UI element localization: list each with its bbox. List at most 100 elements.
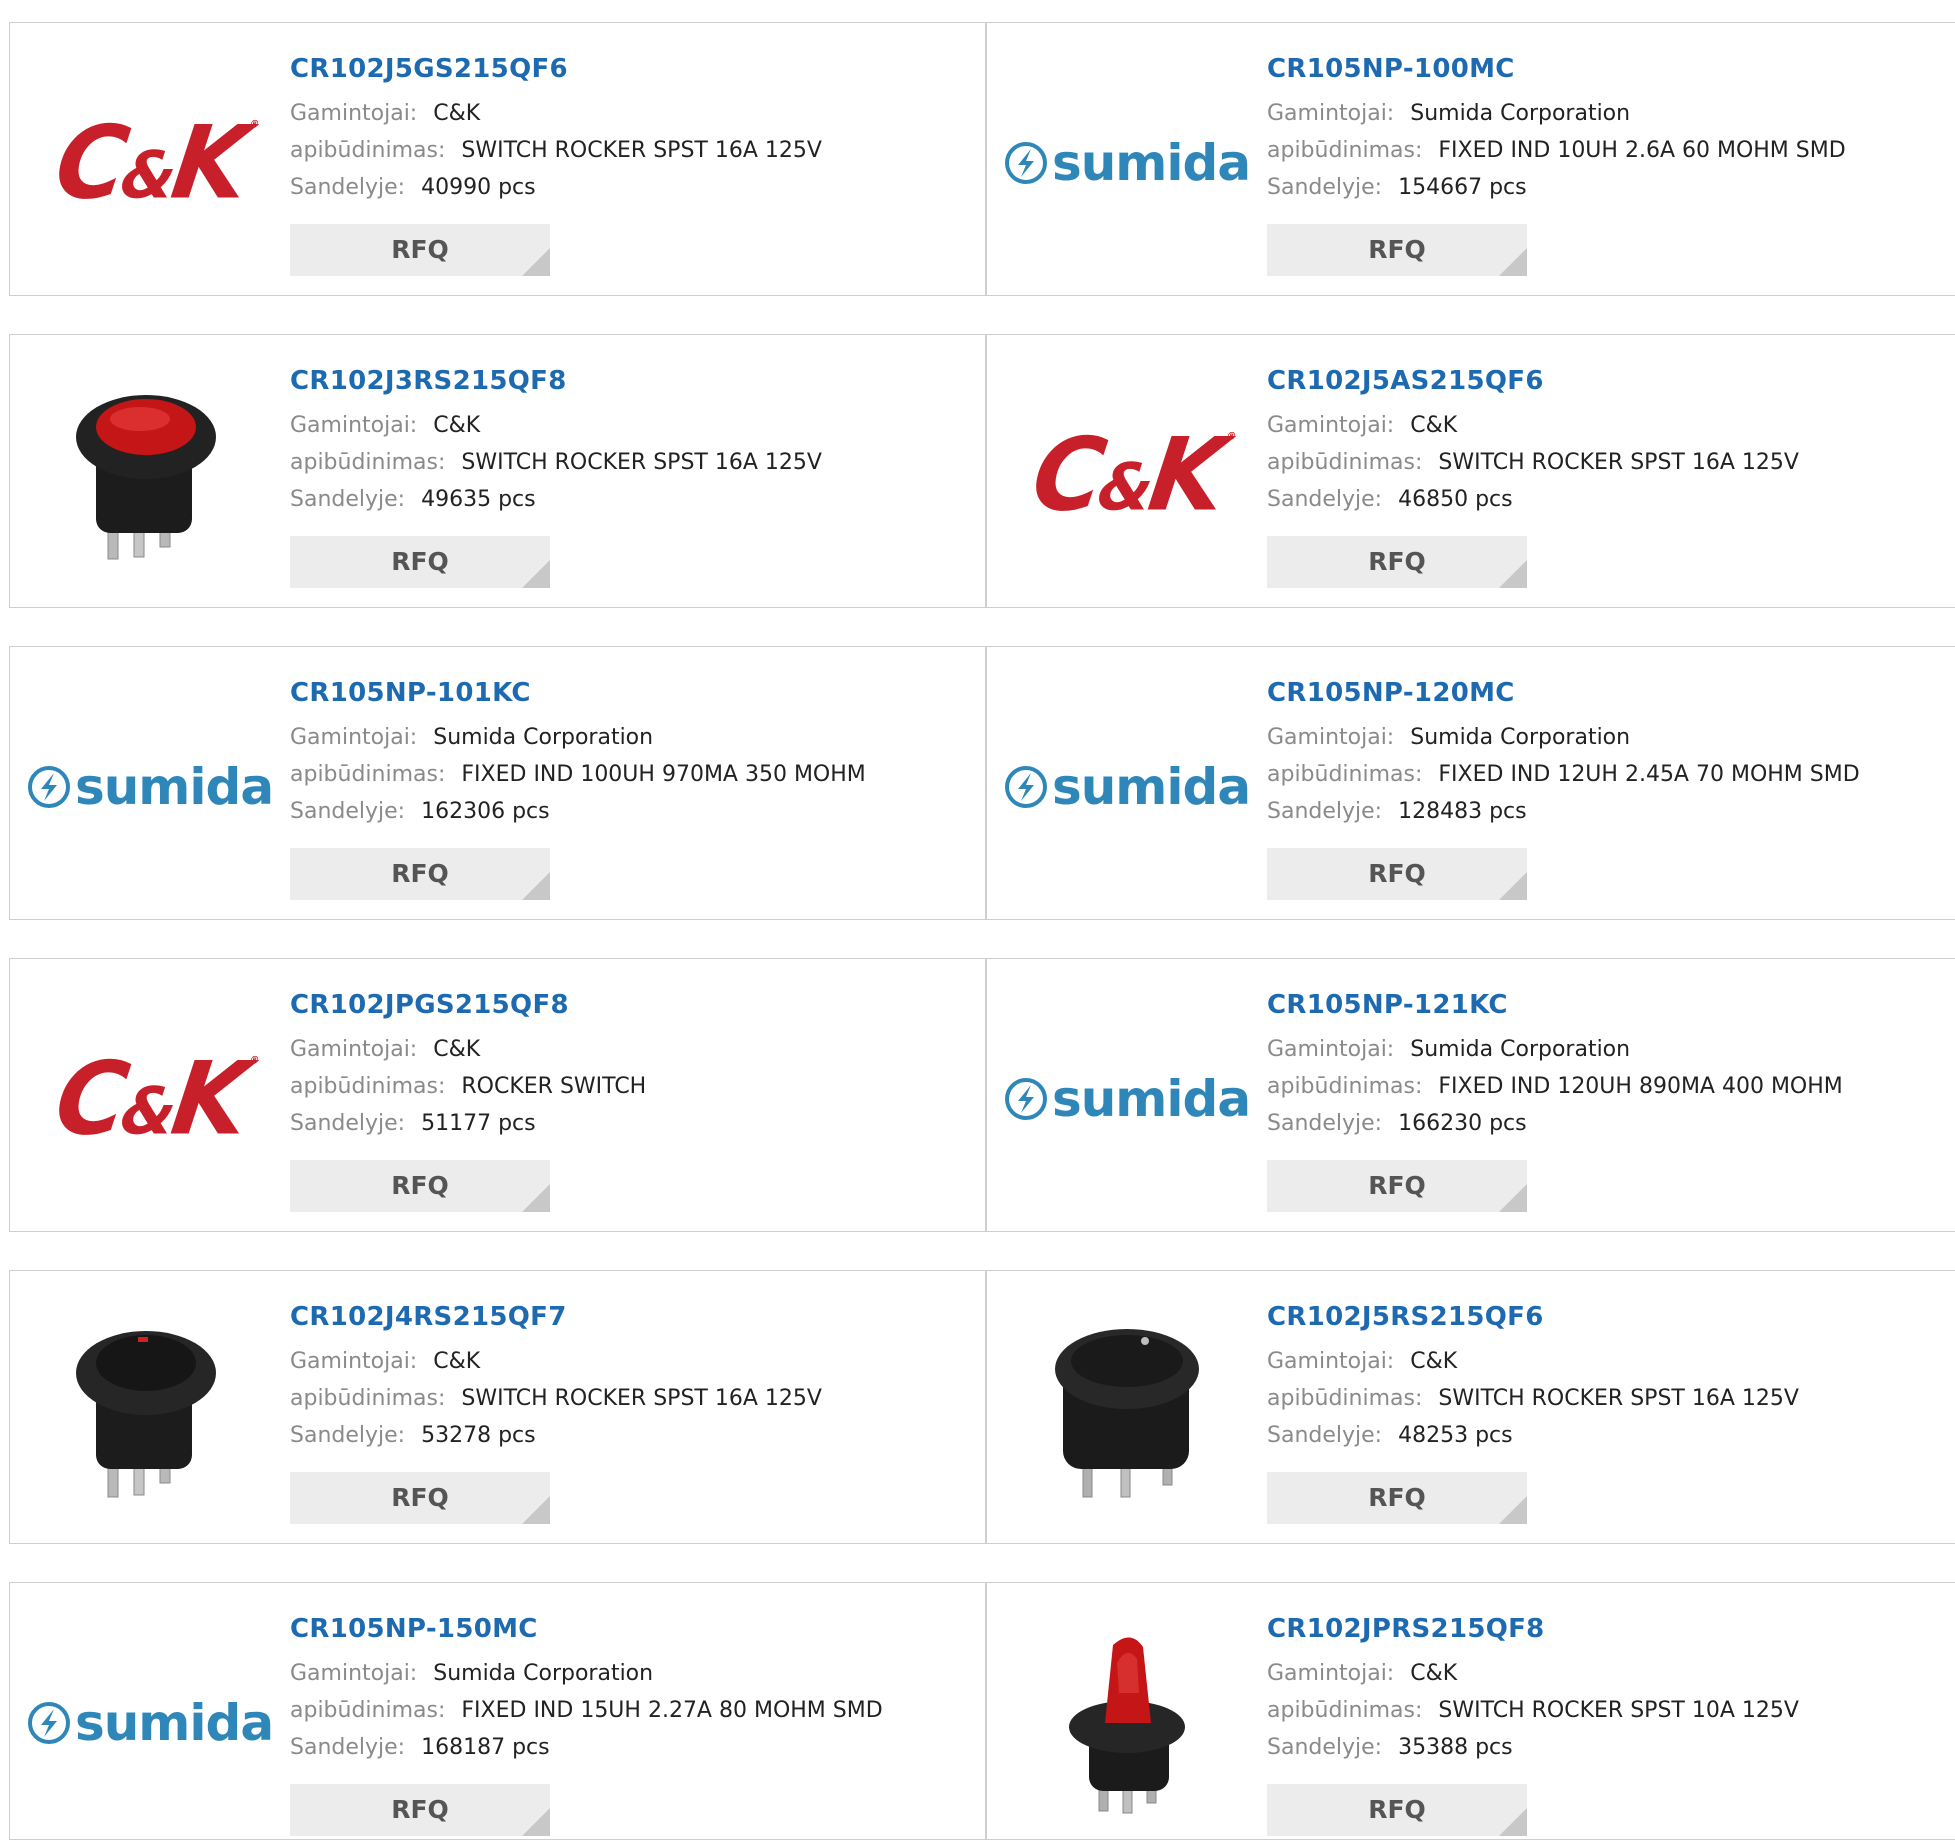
rfq-button-label: RFQ: [1368, 1483, 1426, 1512]
rfq-button-label: RFQ: [391, 1171, 449, 1200]
product-info: CR105NP-120MC Gamintojai: Sumida Corporat…: [1267, 677, 1860, 830]
product-image[interactable]: [1027, 1311, 1227, 1511]
stock-label: Sandelyje:: [1267, 1735, 1383, 1760]
product-card-8: sumida CR105NP-121KC Gamintojai: Sumida C…: [986, 958, 1955, 1232]
part-number-link[interactable]: CR105NP-150MC: [290, 1613, 883, 1645]
product-image[interactable]: sumida: [1004, 687, 1251, 887]
manufacturer-label: Gamintojai:: [290, 725, 418, 750]
product-card-6: sumida CR105NP-120MC Gamintojai: Sumida C…: [986, 646, 1955, 920]
rfq-button[interactable]: RFQ: [1267, 1160, 1527, 1212]
part-number-link[interactable]: CR102J4RS215QF7: [290, 1301, 822, 1333]
part-number-link[interactable]: CR102J3RS215QF8: [290, 365, 822, 397]
description-row: apibūdinimas: SWITCH ROCKER SPST 16A 125V: [290, 1380, 822, 1417]
rfq-corner-icon: [522, 1184, 550, 1212]
product-image[interactable]: C&K ®: [48, 999, 259, 1199]
sumida-mark-icon: [1004, 1078, 1047, 1120]
rfq-button[interactable]: RFQ: [1267, 1472, 1527, 1524]
manufacturer-value: Sumida Corporation: [433, 1661, 654, 1686]
product-card-12: CR102JPRS215QF8 Gamintojai: C&K apibūdini…: [986, 1582, 1955, 1840]
stock-row: Sandelyje: 53278 pcs: [290, 1417, 822, 1454]
description-label: apibūdinimas:: [290, 1386, 446, 1411]
rfq-button-label: RFQ: [1368, 235, 1426, 264]
manufacturer-row: Gamintojai: Sumida Corporation: [1267, 719, 1860, 756]
ck-logo: C&K ®: [48, 1040, 259, 1158]
rfq-corner-icon: [1499, 1496, 1527, 1524]
description-label: apibūdinimas:: [1267, 762, 1423, 787]
part-number-link[interactable]: CR105NP-120MC: [1267, 677, 1860, 709]
description-label: apibūdinimas:: [290, 762, 446, 787]
part-number-link[interactable]: CR105NP-121KC: [1267, 989, 1843, 1021]
ck-logo-reg: ®: [248, 118, 260, 131]
product-info: CR105NP-121KC Gamintojai: Sumida Corporat…: [1267, 989, 1843, 1142]
stock-value: 49635 pcs: [421, 487, 536, 512]
description-value: FIXED IND 100UH 970MA 350 MOHM: [461, 762, 866, 787]
description-label: apibūdinimas:: [1267, 1386, 1423, 1411]
manufacturer-label: Gamintojai:: [1267, 413, 1395, 438]
product-image[interactable]: sumida: [27, 687, 274, 887]
product-image[interactable]: sumida: [1004, 999, 1251, 1199]
rfq-button-label: RFQ: [1368, 1171, 1426, 1200]
manufacturer-value: C&K: [433, 101, 481, 126]
product-info: CR102J4RS215QF7 Gamintojai: C&K apibūdini…: [290, 1301, 822, 1454]
part-number-link[interactable]: CR102J5AS215QF6: [1267, 365, 1799, 397]
rfq-button[interactable]: RFQ: [290, 1160, 550, 1212]
manufacturer-label: Gamintojai:: [290, 101, 418, 126]
stock-label: Sandelyje:: [1267, 799, 1383, 824]
product-image[interactable]: sumida: [27, 1623, 274, 1823]
rfq-button[interactable]: RFQ: [290, 1784, 550, 1836]
product-image[interactable]: [50, 375, 250, 575]
sumida-logo: sumida: [1004, 1070, 1251, 1128]
description-row: apibūdinimas: FIXED IND 12UH 2.45A 70 MOH…: [1267, 756, 1860, 793]
description-value: SWITCH ROCKER SPST 16A 125V: [461, 1386, 822, 1411]
rfq-button[interactable]: RFQ: [290, 848, 550, 900]
part-number-link[interactable]: CR102JPGS215QF8: [290, 989, 646, 1021]
manufacturer-row: Gamintojai: Sumida Corporation: [290, 1655, 883, 1692]
rfq-button[interactable]: RFQ: [1267, 536, 1527, 588]
description-row: apibūdinimas: FIXED IND 120UH 890MA 400 M…: [1267, 1068, 1843, 1105]
stock-label: Sandelyje:: [290, 1111, 406, 1136]
part-number-link[interactable]: CR102JPRS215QF8: [1267, 1613, 1799, 1645]
rfq-corner-icon: [1499, 1184, 1527, 1212]
product-card-10: CR102J5RS215QF6 Gamintojai: C&K apibūdini…: [986, 1270, 1955, 1544]
description-row: apibūdinimas: FIXED IND 100UH 970MA 350 M…: [290, 756, 866, 793]
product-card-4: C&K ® CR102J5AS215QF6 Gamintojai: C&K apib…: [986, 334, 1955, 608]
description-value: SWITCH ROCKER SPST 10A 125V: [1438, 1698, 1799, 1723]
rfq-button[interactable]: RFQ: [290, 224, 550, 276]
product-image[interactable]: sumida: [1004, 63, 1251, 263]
rfq-button[interactable]: RFQ: [290, 536, 550, 588]
manufacturer-value: C&K: [1410, 1349, 1458, 1374]
product-info: CR102J5AS215QF6 Gamintojai: C&K apibūdini…: [1267, 365, 1799, 518]
product-info: CR102J5RS215QF6 Gamintojai: C&K apibūdini…: [1267, 1301, 1799, 1454]
ck-logo: C&K ®: [1025, 416, 1236, 534]
stock-value: 40990 pcs: [421, 175, 536, 200]
part-number-link[interactable]: CR102J5RS215QF6: [1267, 1301, 1799, 1333]
part-number-link[interactable]: CR105NP-100MC: [1267, 53, 1846, 85]
manufacturer-value: C&K: [433, 413, 481, 438]
stock-value: 35388 pcs: [1398, 1735, 1513, 1760]
rfq-button[interactable]: RFQ: [290, 1472, 550, 1524]
product-card-9: CR102J4RS215QF7 Gamintojai: C&K apibūdini…: [9, 1270, 986, 1544]
stock-value: 51177 pcs: [421, 1111, 536, 1136]
product-image[interactable]: [1027, 1623, 1227, 1823]
part-number-link[interactable]: CR105NP-101KC: [290, 677, 866, 709]
stock-row: Sandelyje: 40990 pcs: [290, 169, 822, 206]
ck-logo: C&K ®: [48, 104, 259, 222]
product-image[interactable]: C&K ®: [48, 63, 259, 263]
manufacturer-value: Sumida Corporation: [1410, 725, 1631, 750]
product-card-5: sumida CR105NP-101KC Gamintojai: Sumida C…: [9, 646, 986, 920]
description-label: apibūdinimas:: [290, 1698, 446, 1723]
stock-value: 154667 pcs: [1398, 175, 1527, 200]
stock-label: Sandelyje:: [290, 175, 406, 200]
part-number-link[interactable]: CR102J5GS215QF6: [290, 53, 822, 85]
rfq-button[interactable]: RFQ: [1267, 1784, 1527, 1836]
manufacturer-value: C&K: [433, 1349, 481, 1374]
rfq-button[interactable]: RFQ: [1267, 224, 1527, 276]
rfq-corner-icon: [522, 1496, 550, 1524]
manufacturer-row: Gamintojai: Sumida Corporation: [290, 719, 866, 756]
product-image[interactable]: C&K ®: [1025, 375, 1236, 575]
product-image[interactable]: [50, 1311, 250, 1511]
manufacturer-row: Gamintojai: Sumida Corporation: [1267, 95, 1846, 132]
rfq-button[interactable]: RFQ: [1267, 848, 1527, 900]
manufacturer-label: Gamintojai:: [290, 1037, 418, 1062]
rfq-button-label: RFQ: [391, 235, 449, 264]
